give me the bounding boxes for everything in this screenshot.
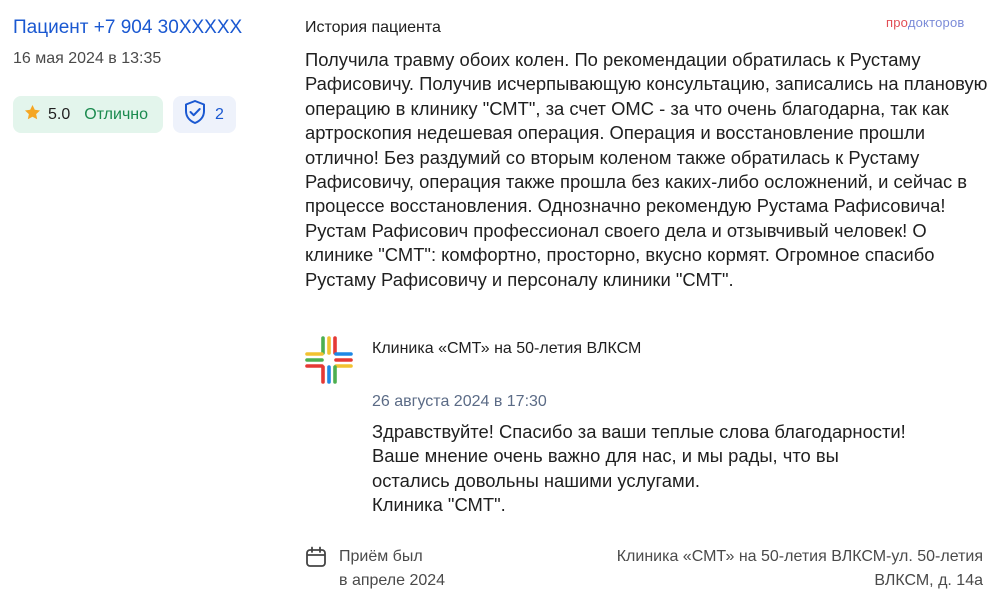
clinic-name: Клиника «СМТ» на 50-летия ВЛКСМ (372, 340, 642, 357)
rating-value: 5.0 (48, 105, 71, 123)
verification-count: 2 (215, 105, 224, 123)
reply-line: остались довольны нашими услугами. (372, 469, 701, 491)
address-line: Клиника «СМТ» на 50-летия ВЛКСМ-ул. 50-л… (616, 548, 983, 565)
clinic-logo (304, 335, 354, 385)
review-date: 16 мая 2024 в 13:35 (13, 50, 162, 67)
clinic-address: Клиника «СМТ» на 50-летия ВЛКСМ-ул. 50-л… (553, 545, 983, 593)
rating-badge: 5.0 Отлично (13, 96, 163, 133)
rating-label: Отлично (84, 105, 149, 123)
reply-date: 26 августа 2024 в 17:30 (372, 393, 547, 410)
section-title: История пациента (305, 19, 441, 36)
author-link[interactable]: Пациент +7 904 30XXXXX (13, 17, 242, 39)
review-text: Получила травму обоих колен. По рекоменд… (305, 49, 988, 290)
star-icon (23, 103, 42, 127)
verification-badge[interactable]: 2 (173, 96, 236, 133)
brand-prefix: про (886, 15, 908, 30)
brand-suffix: докторов (907, 15, 965, 30)
visit-line: Приём был (339, 548, 423, 565)
visit-line: в апреле 2024 (339, 572, 446, 589)
calendar-icon (305, 546, 327, 568)
reply-line: Ваше мнение очень важно для нас, и мы ра… (372, 445, 839, 467)
visit-date: Приём был в апреле 2024 (339, 545, 445, 593)
reply-line: Клиника "СМТ". (372, 494, 506, 516)
reply-line: Здравствуйте! Спасибо за ваши теплые сло… (372, 421, 906, 442)
shield-check-icon (183, 99, 207, 130)
address-line: ВЛКСМ, д. 14а (874, 572, 983, 589)
clinic-reply-text: Здравствуйте! Спасибо за ваши теплые сло… (372, 420, 992, 518)
brand-logo: продокторов (886, 15, 964, 30)
